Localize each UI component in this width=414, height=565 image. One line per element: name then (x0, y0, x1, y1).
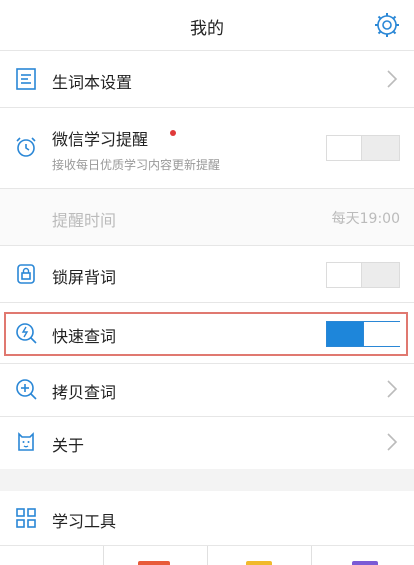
tool-icon[interactable] (246, 561, 272, 565)
about-label: 关于 (52, 436, 85, 455)
reminder-time-row[interactable]: 提醒时间 每天19:00 (0, 189, 414, 245)
learning-tools-label: 学习工具 (52, 512, 117, 531)
learning-tools-row[interactable]: 学习工具 (0, 491, 414, 545)
tool-icon[interactable] (138, 561, 170, 565)
reminder-time-value: 每天19:00 (331, 211, 400, 227)
wechat-reminder-label: 微信学习提醒 (52, 130, 149, 149)
mascot-icon (18, 432, 34, 451)
lockscreen-vocab-row: 锁屏背词 (0, 246, 414, 302)
copy-lookup-row[interactable]: 拷贝查词 (0, 364, 414, 416)
notification-dot (170, 130, 176, 136)
divider (103, 546, 104, 565)
wechat-reminder-toggle[interactable] (326, 135, 400, 161)
chevron-right-icon (387, 70, 398, 88)
grid-icon (16, 508, 36, 528)
vocab-settings-label: 生词本设置 (52, 73, 133, 92)
chevron-right-icon (387, 380, 398, 398)
lockscreen-vocab-toggle[interactable] (326, 262, 400, 288)
wechat-reminder-description: 接收每日优质学习内容更新提醒 (52, 158, 221, 172)
vocab-settings-row[interactable]: 生词本设置 (0, 51, 414, 107)
gear-icon[interactable] (374, 12, 400, 38)
top-bar: 我的 (0, 0, 414, 50)
divider (311, 546, 312, 565)
wechat-reminder-row: 微信学习提醒 接收每日优质学习内容更新提醒 (0, 108, 414, 188)
about-row[interactable]: 关于 (0, 417, 414, 469)
alarm-clock-icon (16, 137, 36, 157)
zoom-in-icon (16, 379, 37, 400)
lock-icon (17, 264, 35, 284)
reminder-time-label: 提醒时间 (52, 211, 117, 230)
page-title: 我的 (190, 19, 224, 39)
chevron-right-icon (387, 433, 398, 451)
tool-icon[interactable] (352, 561, 378, 565)
highlight-box (4, 312, 408, 356)
copy-lookup-label: 拷贝查词 (52, 383, 117, 402)
notebook-icon (16, 68, 36, 90)
lockscreen-vocab-label: 锁屏背词 (52, 268, 117, 287)
tools-grid (0, 546, 414, 565)
divider (207, 546, 208, 565)
